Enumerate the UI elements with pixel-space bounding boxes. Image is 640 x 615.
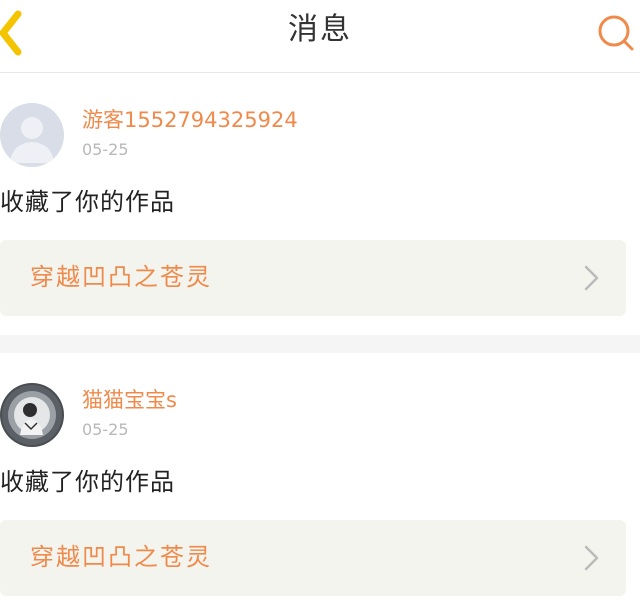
default-user-icon bbox=[10, 117, 54, 163]
notification-feed: 游客1552794325924 05-25 收藏了你的作品 穿越凹凸之苍灵 猫猫… bbox=[0, 73, 640, 615]
chevron-right-icon bbox=[584, 545, 599, 571]
notification-card: 游客1552794325924 05-25 收藏了你的作品 穿越凹凸之苍灵 bbox=[0, 73, 640, 335]
work-title: 穿越凹凸之苍灵 bbox=[30, 263, 212, 291]
chevron-right-icon bbox=[584, 265, 599, 291]
work-link[interactable]: 穿越凹凸之苍灵 bbox=[0, 520, 626, 596]
avatar[interactable] bbox=[0, 103, 64, 167]
work-title: 穿越凹凸之苍灵 bbox=[30, 543, 212, 571]
search-icon bbox=[598, 15, 634, 51]
user-photo bbox=[2, 385, 62, 445]
search-button[interactable] bbox=[596, 12, 640, 52]
notification-card: 猫猫宝宝s 05-25 收藏了你的作品 穿越凹凸之苍灵 bbox=[0, 353, 640, 615]
top-nav-bar: 消息 bbox=[0, 0, 640, 73]
action-text: 收藏了你的作品 bbox=[0, 468, 175, 496]
page-title: 消息 bbox=[288, 12, 352, 47]
action-text: 收藏了你的作品 bbox=[0, 188, 175, 216]
card-divider bbox=[0, 335, 640, 353]
user-name[interactable]: 猫猫宝宝s bbox=[82, 387, 177, 413]
user-name[interactable]: 游客1552794325924 bbox=[82, 107, 298, 133]
avatar[interactable] bbox=[0, 383, 64, 447]
work-link[interactable]: 穿越凹凸之苍灵 bbox=[0, 240, 626, 316]
post-date: 05-25 bbox=[82, 140, 129, 159]
post-date: 05-25 bbox=[82, 420, 129, 439]
